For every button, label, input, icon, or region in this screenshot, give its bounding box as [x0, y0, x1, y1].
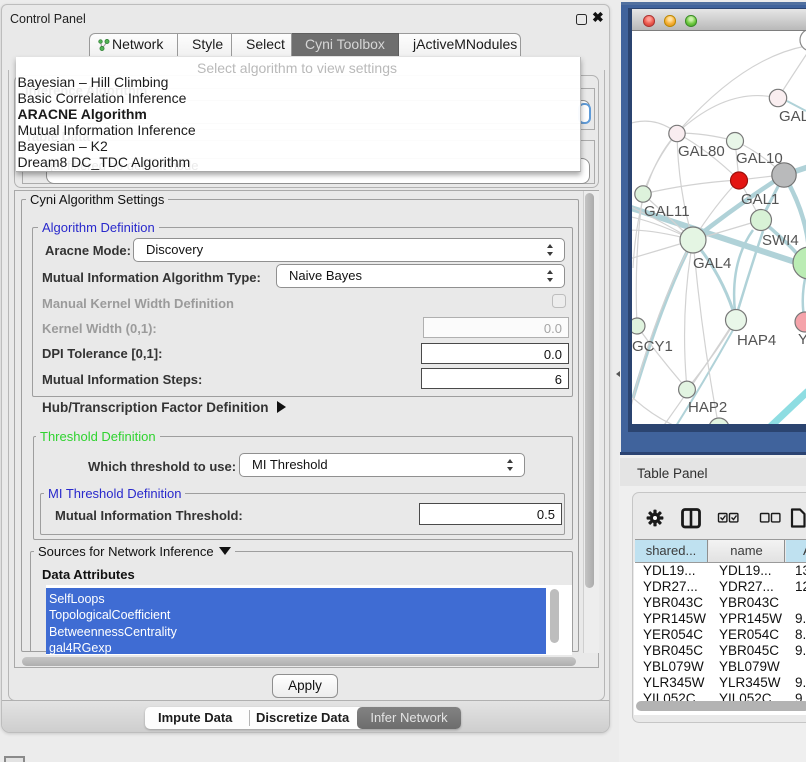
- svg-text:GAL2: GAL2: [779, 108, 806, 125]
- svg-text:GCY1: GCY1: [632, 338, 673, 355]
- svg-text:HAP4: HAP4: [737, 332, 776, 349]
- svg-text:SWI4: SWI4: [762, 232, 799, 249]
- svg-text:GAL11: GAL11: [644, 203, 690, 220]
- svg-text:GAL10: GAL10: [736, 150, 783, 167]
- svg-text:GAL80: GAL80: [678, 143, 725, 160]
- svg-text:HAP2: HAP2: [688, 399, 727, 416]
- svg-text:Y: Y: [798, 331, 806, 348]
- svg-text:GAL1: GAL1: [741, 191, 779, 208]
- svg-text:GAL4: GAL4: [693, 255, 731, 272]
